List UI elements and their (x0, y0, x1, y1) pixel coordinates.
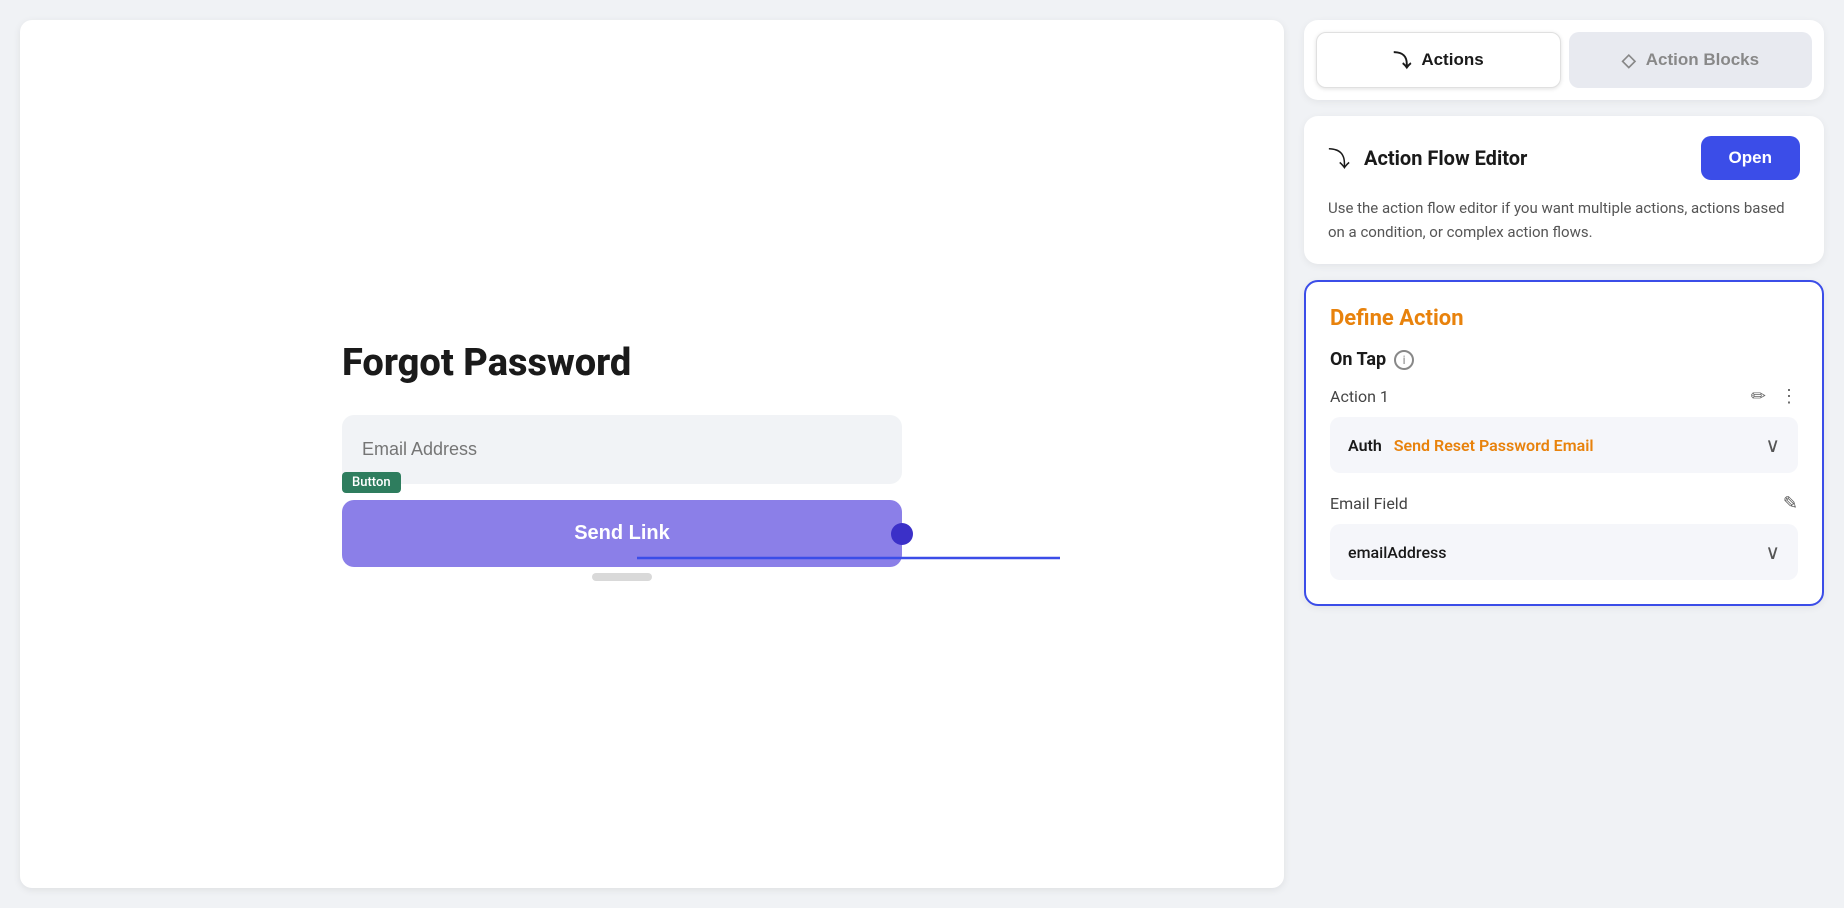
email-field-label: Email Field (1330, 494, 1408, 513)
auth-dropdown[interactable]: Auth Send Reset Password Email ∨ (1330, 417, 1798, 473)
email-address-input[interactable] (342, 415, 902, 484)
info-icon[interactable]: i (1394, 350, 1414, 370)
on-tap-row: On Tap i (1330, 349, 1798, 370)
on-tap-label: On Tap (1330, 349, 1386, 370)
edit-email-field-button[interactable]: ✎ (1783, 493, 1798, 514)
connector-dot (891, 523, 913, 545)
define-action-title: Define Action (1330, 306, 1798, 331)
page-title: Forgot Password (342, 341, 631, 385)
edit-action-button[interactable]: ✏ (1751, 386, 1766, 407)
email-field-chevron: ∨ (1765, 540, 1780, 564)
button-wrapper: Button Send Link (342, 500, 902, 567)
button-shadow (592, 573, 652, 581)
action-flow-title: Action Flow Editor (1364, 146, 1527, 170)
action-flow-icon: ⤵ (1328, 142, 1350, 174)
define-action-card: Define Action On Tap i Action 1 ✏ ⋮ Auth (1304, 280, 1824, 606)
email-field-section: Email Field ✎ emailAddress ∨ (1330, 493, 1798, 580)
open-button[interactable]: Open (1701, 136, 1800, 180)
right-panel: ⤵ Actions ◇ Action Blocks ⤵ Action Flow … (1304, 20, 1824, 888)
tab-actions[interactable]: ⤵ Actions (1316, 32, 1561, 88)
action-flow-card: ⤵ Action Flow Editor Open Use the action… (1304, 116, 1824, 264)
action-flow-left: ⤵ Action Flow Editor (1328, 142, 1527, 174)
canvas-area: Forgot Password Button Send Link (20, 20, 1284, 888)
tab-action-blocks[interactable]: ◇ Action Blocks (1569, 32, 1812, 88)
action-icons: ✏ ⋮ (1751, 386, 1798, 407)
send-link-button[interactable]: Send Link (342, 500, 902, 567)
auth-dropdown-chevron: ∨ (1765, 433, 1780, 457)
action-blocks-icon: ◇ (1622, 50, 1636, 71)
email-field-value: emailAddress (1348, 543, 1446, 562)
actions-icon: ⤵ (1393, 47, 1411, 73)
more-options-button[interactable]: ⋮ (1780, 386, 1798, 407)
canvas-content: Forgot Password Button Send Link (302, 301, 1002, 607)
action-row: Action 1 ✏ ⋮ (1330, 386, 1798, 407)
tabs-container: ⤵ Actions ◇ Action Blocks (1304, 20, 1824, 100)
action-row-label: Action 1 (1330, 387, 1389, 406)
button-tag: Button (342, 472, 401, 493)
action-flow-header: ⤵ Action Flow Editor Open (1328, 136, 1800, 180)
email-field-row: Email Field ✎ (1330, 493, 1798, 514)
email-field-dropdown[interactable]: emailAddress ∨ (1330, 524, 1798, 580)
action-flow-description: Use the action flow editor if you want m… (1328, 196, 1800, 244)
auth-text: Auth Send Reset Password Email (1348, 436, 1594, 455)
